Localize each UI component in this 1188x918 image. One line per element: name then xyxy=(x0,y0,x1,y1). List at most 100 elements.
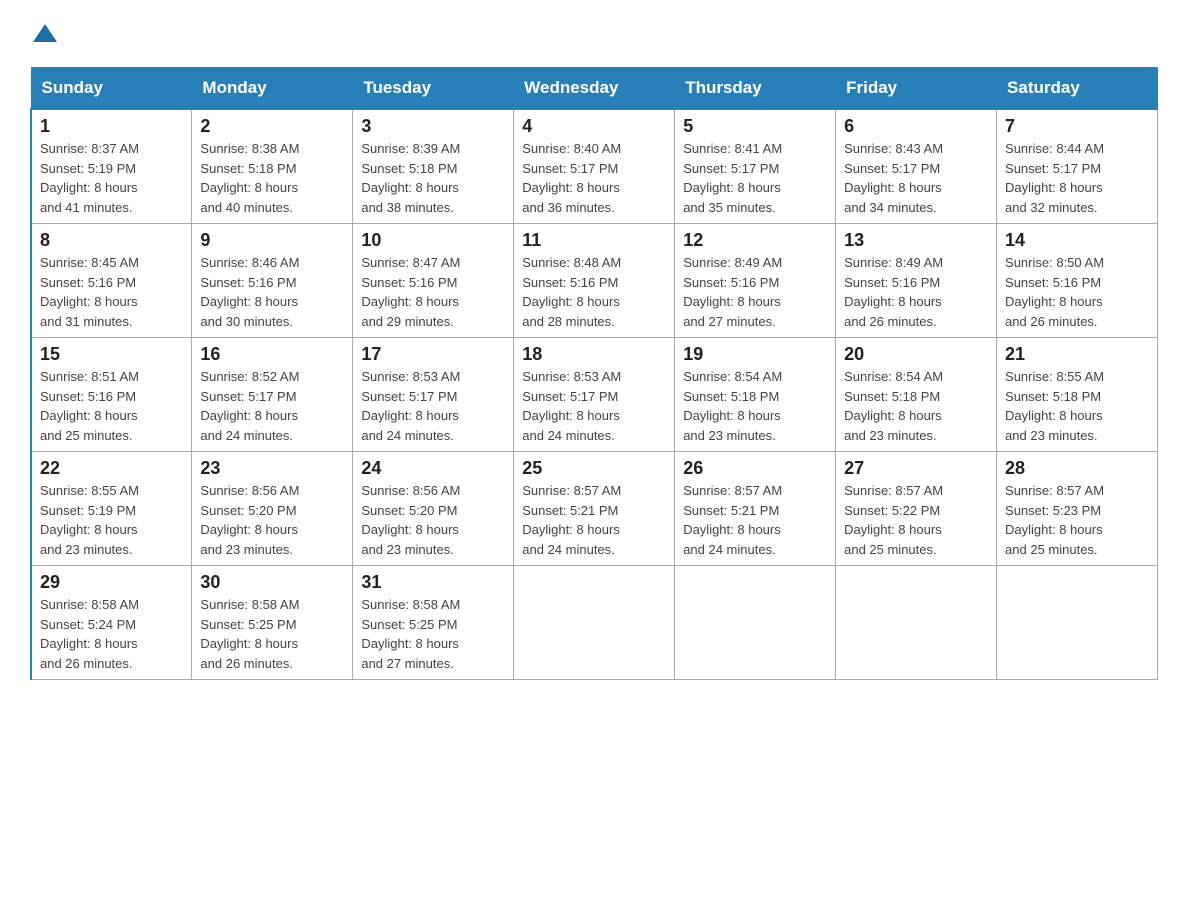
day-number: 3 xyxy=(361,116,505,137)
calendar-cell: 23Sunrise: 8:56 AMSunset: 5:20 PMDayligh… xyxy=(192,452,353,566)
day-info: Sunrise: 8:55 AMSunset: 5:19 PMDaylight:… xyxy=(40,481,183,559)
day-info: Sunrise: 8:55 AMSunset: 5:18 PMDaylight:… xyxy=(1005,367,1149,445)
week-row-5: 29Sunrise: 8:58 AMSunset: 5:24 PMDayligh… xyxy=(31,566,1158,680)
day-info: Sunrise: 8:41 AMSunset: 5:17 PMDaylight:… xyxy=(683,139,827,217)
day-info: Sunrise: 8:44 AMSunset: 5:17 PMDaylight:… xyxy=(1005,139,1149,217)
week-row-2: 8Sunrise: 8:45 AMSunset: 5:16 PMDaylight… xyxy=(31,224,1158,338)
day-number: 18 xyxy=(522,344,666,365)
day-number: 1 xyxy=(40,116,183,137)
day-number: 21 xyxy=(1005,344,1149,365)
day-info: Sunrise: 8:56 AMSunset: 5:20 PMDaylight:… xyxy=(200,481,344,559)
day-info: Sunrise: 8:58 AMSunset: 5:25 PMDaylight:… xyxy=(361,595,505,673)
day-info: Sunrise: 8:57 AMSunset: 5:22 PMDaylight:… xyxy=(844,481,988,559)
day-info: Sunrise: 8:58 AMSunset: 5:24 PMDaylight:… xyxy=(40,595,183,673)
calendar-cell xyxy=(836,566,997,680)
day-info: Sunrise: 8:46 AMSunset: 5:16 PMDaylight:… xyxy=(200,253,344,331)
calendar-cell: 3Sunrise: 8:39 AMSunset: 5:18 PMDaylight… xyxy=(353,109,514,224)
day-number: 17 xyxy=(361,344,505,365)
calendar-cell: 9Sunrise: 8:46 AMSunset: 5:16 PMDaylight… xyxy=(192,224,353,338)
calendar-cell: 15Sunrise: 8:51 AMSunset: 5:16 PMDayligh… xyxy=(31,338,192,452)
header-cell-saturday: Saturday xyxy=(997,68,1158,110)
day-number: 15 xyxy=(40,344,183,365)
calendar-cell: 17Sunrise: 8:53 AMSunset: 5:17 PMDayligh… xyxy=(353,338,514,452)
calendar-cell: 30Sunrise: 8:58 AMSunset: 5:25 PMDayligh… xyxy=(192,566,353,680)
day-info: Sunrise: 8:47 AMSunset: 5:16 PMDaylight:… xyxy=(361,253,505,331)
header-cell-tuesday: Tuesday xyxy=(353,68,514,110)
calendar-cell: 1Sunrise: 8:37 AMSunset: 5:19 PMDaylight… xyxy=(31,109,192,224)
calendar-cell: 8Sunrise: 8:45 AMSunset: 5:16 PMDaylight… xyxy=(31,224,192,338)
day-info: Sunrise: 8:49 AMSunset: 5:16 PMDaylight:… xyxy=(683,253,827,331)
calendar-cell: 14Sunrise: 8:50 AMSunset: 5:16 PMDayligh… xyxy=(997,224,1158,338)
calendar-cell: 24Sunrise: 8:56 AMSunset: 5:20 PMDayligh… xyxy=(353,452,514,566)
calendar-cell xyxy=(997,566,1158,680)
calendar-cell: 20Sunrise: 8:54 AMSunset: 5:18 PMDayligh… xyxy=(836,338,997,452)
calendar-cell: 31Sunrise: 8:58 AMSunset: 5:25 PMDayligh… xyxy=(353,566,514,680)
header-row: SundayMondayTuesdayWednesdayThursdayFrid… xyxy=(31,68,1158,110)
day-number: 2 xyxy=(200,116,344,137)
day-info: Sunrise: 8:51 AMSunset: 5:16 PMDaylight:… xyxy=(40,367,183,445)
calendar-cell: 21Sunrise: 8:55 AMSunset: 5:18 PMDayligh… xyxy=(997,338,1158,452)
calendar-cell: 18Sunrise: 8:53 AMSunset: 5:17 PMDayligh… xyxy=(514,338,675,452)
calendar-cell: 16Sunrise: 8:52 AMSunset: 5:17 PMDayligh… xyxy=(192,338,353,452)
calendar-cell: 5Sunrise: 8:41 AMSunset: 5:17 PMDaylight… xyxy=(675,109,836,224)
calendar-cell: 27Sunrise: 8:57 AMSunset: 5:22 PMDayligh… xyxy=(836,452,997,566)
day-info: Sunrise: 8:43 AMSunset: 5:17 PMDaylight:… xyxy=(844,139,988,217)
week-row-3: 15Sunrise: 8:51 AMSunset: 5:16 PMDayligh… xyxy=(31,338,1158,452)
day-number: 5 xyxy=(683,116,827,137)
day-info: Sunrise: 8:54 AMSunset: 5:18 PMDaylight:… xyxy=(844,367,988,445)
day-number: 28 xyxy=(1005,458,1149,479)
header-cell-friday: Friday xyxy=(836,68,997,110)
day-number: 7 xyxy=(1005,116,1149,137)
day-number: 12 xyxy=(683,230,827,251)
calendar-cell xyxy=(514,566,675,680)
header-cell-wednesday: Wednesday xyxy=(514,68,675,110)
day-info: Sunrise: 8:54 AMSunset: 5:18 PMDaylight:… xyxy=(683,367,827,445)
day-info: Sunrise: 8:48 AMSunset: 5:16 PMDaylight:… xyxy=(522,253,666,331)
day-info: Sunrise: 8:45 AMSunset: 5:16 PMDaylight:… xyxy=(40,253,183,331)
header-cell-monday: Monday xyxy=(192,68,353,110)
day-number: 25 xyxy=(522,458,666,479)
calendar-cell xyxy=(675,566,836,680)
day-info: Sunrise: 8:49 AMSunset: 5:16 PMDaylight:… xyxy=(844,253,988,331)
day-info: Sunrise: 8:53 AMSunset: 5:17 PMDaylight:… xyxy=(361,367,505,445)
day-number: 30 xyxy=(200,572,344,593)
calendar-cell: 29Sunrise: 8:58 AMSunset: 5:24 PMDayligh… xyxy=(31,566,192,680)
calendar-cell: 2Sunrise: 8:38 AMSunset: 5:18 PMDaylight… xyxy=(192,109,353,224)
calendar-cell: 4Sunrise: 8:40 AMSunset: 5:17 PMDaylight… xyxy=(514,109,675,224)
calendar-cell: 12Sunrise: 8:49 AMSunset: 5:16 PMDayligh… xyxy=(675,224,836,338)
day-number: 9 xyxy=(200,230,344,251)
day-number: 6 xyxy=(844,116,988,137)
day-number: 16 xyxy=(200,344,344,365)
day-info: Sunrise: 8:58 AMSunset: 5:25 PMDaylight:… xyxy=(200,595,344,673)
day-number: 13 xyxy=(844,230,988,251)
week-row-1: 1Sunrise: 8:37 AMSunset: 5:19 PMDaylight… xyxy=(31,109,1158,224)
day-info: Sunrise: 8:37 AMSunset: 5:19 PMDaylight:… xyxy=(40,139,183,217)
calendar-cell: 22Sunrise: 8:55 AMSunset: 5:19 PMDayligh… xyxy=(31,452,192,566)
day-number: 19 xyxy=(683,344,827,365)
header-cell-sunday: Sunday xyxy=(31,68,192,110)
day-number: 14 xyxy=(1005,230,1149,251)
calendar-cell: 11Sunrise: 8:48 AMSunset: 5:16 PMDayligh… xyxy=(514,224,675,338)
calendar-header: SundayMondayTuesdayWednesdayThursdayFrid… xyxy=(31,68,1158,110)
day-info: Sunrise: 8:57 AMSunset: 5:21 PMDaylight:… xyxy=(522,481,666,559)
day-number: 22 xyxy=(40,458,183,479)
week-row-4: 22Sunrise: 8:55 AMSunset: 5:19 PMDayligh… xyxy=(31,452,1158,566)
day-info: Sunrise: 8:52 AMSunset: 5:17 PMDaylight:… xyxy=(200,367,344,445)
day-number: 31 xyxy=(361,572,505,593)
calendar-cell: 6Sunrise: 8:43 AMSunset: 5:17 PMDaylight… xyxy=(836,109,997,224)
calendar-cell: 19Sunrise: 8:54 AMSunset: 5:18 PMDayligh… xyxy=(675,338,836,452)
calendar-body: 1Sunrise: 8:37 AMSunset: 5:19 PMDaylight… xyxy=(31,109,1158,680)
day-info: Sunrise: 8:56 AMSunset: 5:20 PMDaylight:… xyxy=(361,481,505,559)
day-number: 24 xyxy=(361,458,505,479)
calendar-cell: 28Sunrise: 8:57 AMSunset: 5:23 PMDayligh… xyxy=(997,452,1158,566)
calendar-cell: 7Sunrise: 8:44 AMSunset: 5:17 PMDaylight… xyxy=(997,109,1158,224)
calendar-cell: 13Sunrise: 8:49 AMSunset: 5:16 PMDayligh… xyxy=(836,224,997,338)
day-number: 8 xyxy=(40,230,183,251)
calendar-cell: 25Sunrise: 8:57 AMSunset: 5:21 PMDayligh… xyxy=(514,452,675,566)
page-header xyxy=(30,20,1158,47)
day-info: Sunrise: 8:40 AMSunset: 5:17 PMDaylight:… xyxy=(522,139,666,217)
day-number: 4 xyxy=(522,116,666,137)
day-number: 10 xyxy=(361,230,505,251)
calendar-cell: 10Sunrise: 8:47 AMSunset: 5:16 PMDayligh… xyxy=(353,224,514,338)
day-info: Sunrise: 8:57 AMSunset: 5:21 PMDaylight:… xyxy=(683,481,827,559)
